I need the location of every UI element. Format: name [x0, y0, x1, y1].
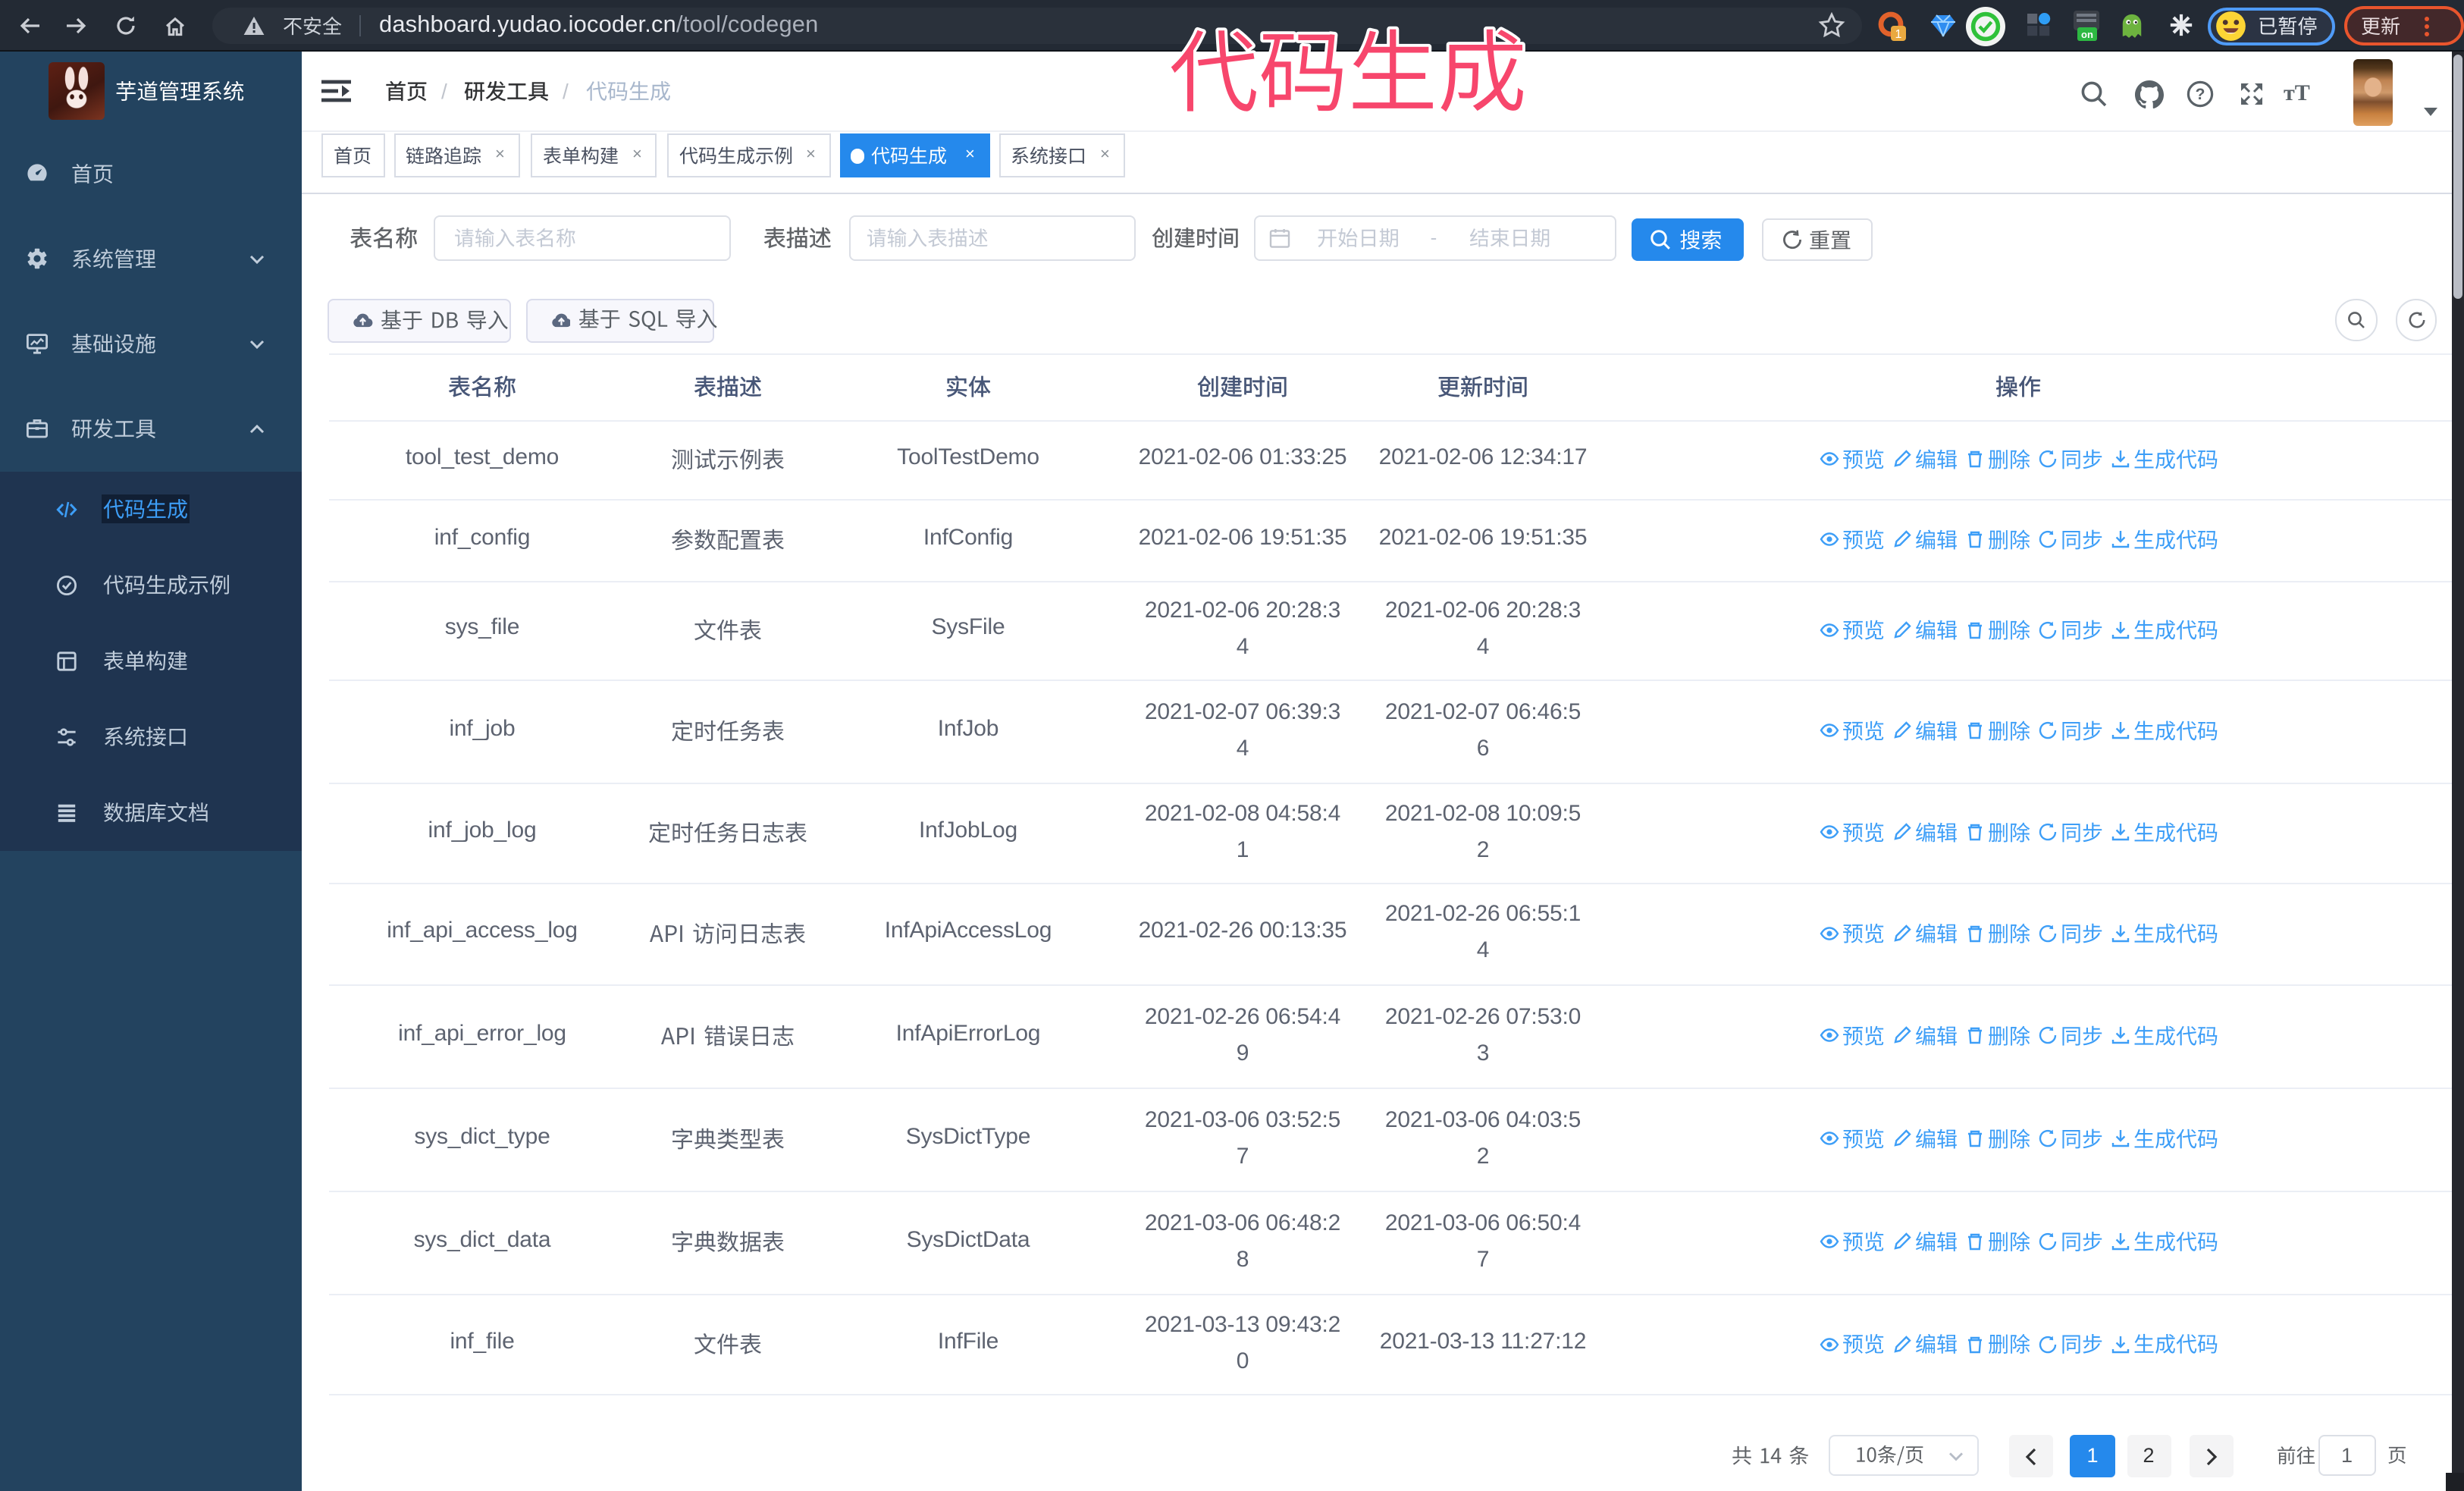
svg-text:?: ?: [2196, 86, 2205, 103]
svg-text:on: on: [2081, 29, 2093, 40]
svg-text:1: 1: [1895, 28, 1902, 41]
